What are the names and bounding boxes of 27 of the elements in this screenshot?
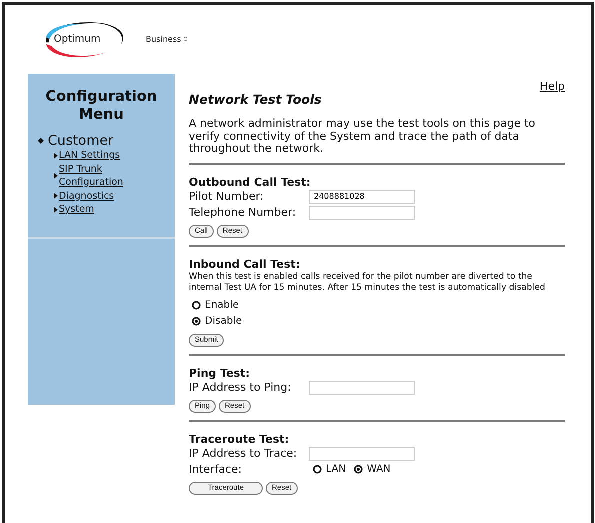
field-label: Telephone Number: (189, 206, 298, 219)
sidebar-link[interactable]: SIP Trunk Configuration (59, 162, 139, 190)
radio-label: Disable (205, 316, 242, 327)
radio-label: LAN (326, 464, 346, 475)
sidebar-title: Configuration Menu (44, 88, 158, 124)
section-heading: Ping Test: (189, 366, 252, 380)
section-heading: Traceroute Test: (189, 432, 290, 446)
help-link[interactable]: Help (540, 80, 565, 93)
sidebar-link[interactable]: System (59, 203, 139, 216)
intro-text: A network administrator may use the test tools on this page to verify connectivity of the System and trace the path of data throughout the network. (189, 118, 537, 156)
registered-mark: ® (183, 36, 188, 42)
section-description: When this test is enabled calls received for the pilot number are diverted to the internal Test UA for 15 minutes. After 15 minutes the test is automatically disabled (189, 272, 546, 294)
sidebar-link[interactable]: LAN Settings (59, 149, 139, 162)
radio-label: WAN (367, 464, 391, 475)
input-field[interactable]: 2408881028 (309, 190, 415, 204)
field-label: Interface: (189, 463, 243, 476)
field-label: IP Address to Ping: (189, 381, 292, 394)
section-heading: Inbound Call Test: (189, 258, 302, 270)
field-label: IP Address to Trace: (189, 447, 298, 460)
field-label: Pilot Number: (189, 190, 265, 203)
logo-name: Optimum (54, 34, 101, 45)
radio-label: Enable (205, 300, 240, 311)
section-heading: Outbound Call Test: (189, 176, 312, 188)
sidebar-section: Customer (48, 133, 114, 149)
sidebar-link[interactable]: Diagnostics (59, 190, 139, 203)
logo-tagline: Business (146, 35, 182, 44)
page-title: Network Test Tools (189, 92, 323, 107)
